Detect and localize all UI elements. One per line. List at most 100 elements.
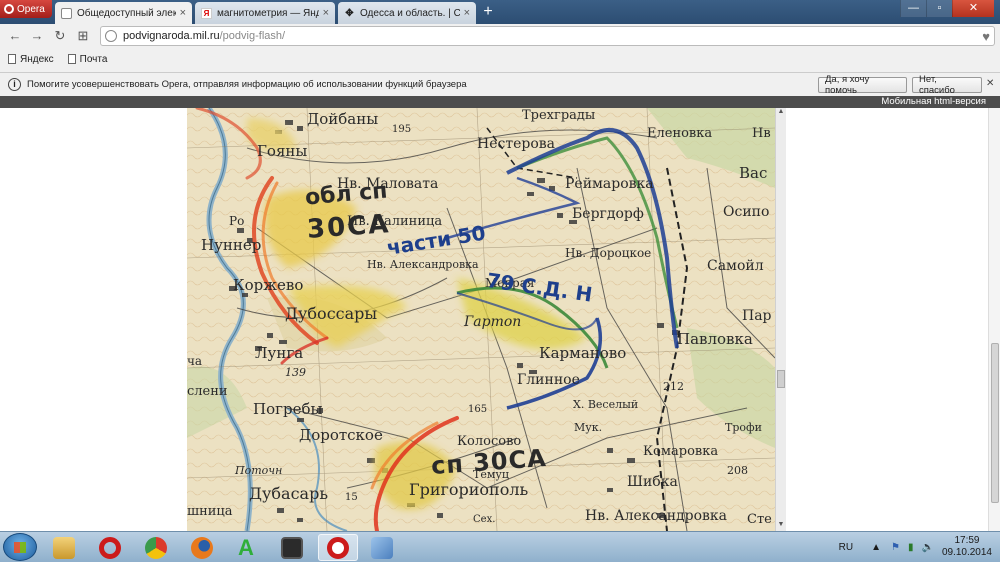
minimize-button[interactable]: — [900, 0, 926, 17]
page-scrollbar[interactable] [988, 108, 1000, 531]
address-host: podvignaroda.mil.ru [123, 30, 220, 42]
globe-icon [105, 30, 117, 42]
taskbar-monitor[interactable] [272, 534, 312, 561]
close-window-button[interactable]: ✕ [952, 0, 994, 17]
navigation-toolbar: ← → ↻ ⊞ podvignaroda.mil.ru /podvig-flas… [0, 24, 1000, 48]
opera-icon [99, 536, 121, 559]
map-label-nv-aleksandrovka-south: Нв. Александровка [585, 508, 728, 524]
map-label-karmanovo: Карманово [539, 344, 627, 362]
accept-help-button[interactable]: Да, я хочу помочь [818, 74, 907, 96]
bookmark-yandex[interactable]: Яндекс [8, 54, 54, 65]
taskbar-paint[interactable] [362, 534, 402, 561]
map-label-nunner: Нуннер [201, 236, 262, 254]
clock-time: 17:59 [954, 535, 980, 546]
opera-menu-button[interactable]: Opera [0, 0, 52, 18]
page-header-strip: Мобильная html-версия [0, 96, 1000, 108]
map-vertical-scrollbar[interactable]: ▲ ▼ [775, 108, 786, 531]
clock-date: 09.10.2014 [941, 547, 992, 558]
heart-icon[interactable]: ♥ [982, 29, 990, 44]
historical-map[interactable]: Дойбаны 195 Трехграды Гояны Нестерова Ел… [187, 108, 775, 531]
taskbar-opera[interactable] [90, 534, 130, 561]
map-label-dorotskoe: Доротское [299, 426, 383, 444]
map-label-goiany: Гояны [257, 142, 308, 160]
map-label-dubasar: Дубасарь [249, 484, 329, 503]
chrome-icon [145, 536, 167, 559]
close-infobar-icon[interactable]: ✕ [986, 78, 994, 89]
map-label-nesterova: Нестерова [477, 136, 555, 152]
forward-button[interactable]: → [28, 27, 46, 45]
windows-taskbar: A RU ▲ ⚑ ▮ 🔈 17:59 09.10.2014 [0, 531, 1000, 562]
tab-close-icon[interactable]: × [323, 7, 329, 19]
map-label-doibany: Дойбаны [307, 110, 379, 128]
map-label-195: 195 [392, 124, 412, 135]
language-indicator[interactable]: RU [839, 542, 853, 553]
info-message: Помогите усовершенствовать Opera, отправ… [27, 79, 467, 90]
taskbar-opera-active[interactable] [318, 534, 358, 561]
speed-dial-button[interactable]: ⊞ [74, 27, 92, 45]
flag-icon[interactable]: ⚑ [891, 542, 900, 553]
window-controls: — ▫ ✕ [900, 0, 994, 17]
map-label-par: Пар [742, 308, 772, 324]
taskbar-archicad[interactable]: A [226, 534, 266, 561]
maximize-button[interactable]: ▫ [926, 0, 952, 17]
tab-close-icon[interactable]: × [180, 7, 186, 19]
address-bar[interactable]: podvignaroda.mil.ru /podvig-flash/ ♥ [100, 26, 995, 46]
opera-icon [327, 536, 349, 559]
map-label-chacha: ча [187, 354, 203, 368]
tab-obshchedostupnyi[interactable]: Общедоступный электрон × [55, 2, 192, 24]
bookmarks-bar: Яндекс Почта [0, 48, 1000, 70]
bookmark-pochta[interactable]: Почта [67, 53, 108, 65]
scroll-up-icon[interactable]: ▲ [776, 108, 786, 118]
decline-button[interactable]: Нет, спасибо [912, 74, 982, 96]
paint-icon [371, 536, 393, 559]
map-label-ro: Ро [229, 214, 245, 228]
yandex-tab-icon: Я [201, 7, 212, 19]
map-label-grigoriopol: Григориополь [409, 480, 529, 499]
tab-bar: Opera Общедоступный электрон × Я магнито… [0, 0, 1000, 24]
tab-title: Общедоступный электрон [77, 7, 176, 19]
taskbar-firefox[interactable] [182, 534, 222, 561]
map-label-dubossary: Дубоссары [285, 304, 378, 323]
folder-icon [53, 536, 75, 559]
start-button[interactable] [3, 533, 37, 561]
map-label-bergdorf: Бергдорф [572, 206, 644, 222]
map-label-212: 212 [663, 380, 684, 393]
map-label-lunga: Лунга [255, 344, 304, 362]
reload-button[interactable]: ↻ [51, 27, 69, 45]
new-tab-button[interactable]: + [480, 3, 496, 21]
map-label-samoil: Самойл [707, 258, 764, 274]
taskbar-explorer[interactable] [44, 534, 84, 561]
info-bar: i Помогите усовершенствовать Opera, отпр… [0, 72, 1000, 96]
monitor-icon [281, 536, 303, 559]
scroll-down-icon[interactable]: ▼ [776, 521, 786, 531]
system-tray: RU ▲ ⚑ ▮ 🔈 17:59 09.10.2014 [839, 532, 992, 562]
map-label-muk: Мук. [574, 421, 603, 434]
page-tab-icon [61, 7, 72, 19]
signal-icon[interactable]: ▮ [908, 542, 914, 553]
tab-title: магнитометрия — Яндекс [217, 7, 319, 19]
info-icon: i [8, 78, 21, 91]
map-label-potochn: Поточн [235, 464, 283, 477]
map-scroll-thumb[interactable] [777, 370, 785, 388]
taskbar-chrome[interactable] [136, 534, 176, 561]
page-scroll-thumb[interactable] [991, 343, 999, 503]
tab-odessa[interactable]: ✥ Одесса и область. | Стра × [338, 2, 476, 24]
map-label-korzhevo: Коржево [233, 276, 304, 294]
map-label-165: 165 [468, 404, 488, 415]
mobile-version-link[interactable]: Мобильная html-версия [881, 96, 986, 108]
opera-menu-label: Opera [17, 3, 45, 15]
volume-icon[interactable]: 🔈 [921, 542, 933, 553]
bookmark-label: Яндекс [20, 53, 54, 65]
tab-close-icon[interactable]: × [464, 7, 470, 19]
map-label-pogreby: Погребы [253, 400, 323, 418]
tab-magnitometriya[interactable]: Я магнитометрия — Яндекс × [195, 2, 335, 24]
back-button[interactable]: ← [6, 27, 24, 45]
move-tab-icon: ✥ [345, 7, 354, 19]
map-label-trofi: Трофи [725, 421, 762, 434]
map-label-vas: Вас [739, 164, 768, 182]
bookmark-label: Почта [79, 53, 108, 65]
map-label-komarovka: Комаровка [643, 444, 719, 459]
map-label-glinnoe: Глинное [517, 372, 580, 388]
show-hidden-icons-icon[interactable]: ▲ [871, 542, 881, 553]
clock[interactable]: 17:59 09.10.2014 [942, 535, 992, 559]
